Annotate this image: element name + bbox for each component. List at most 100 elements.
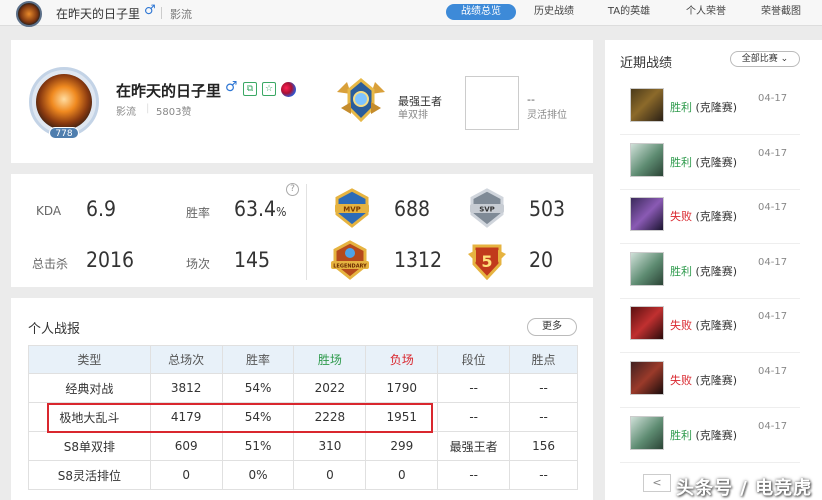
divider <box>161 7 162 19</box>
row-rank: -- <box>437 402 511 432</box>
level-badge: 778 <box>49 127 79 139</box>
col-header-losses: 负场 <box>365 345 439 374</box>
match-row[interactable]: 胜利 (克隆赛) 04-17 <box>620 409 800 463</box>
table-row: 经典对战 3812 54% 2022 1790 -- -- <box>28 373 578 403</box>
svp-badge-icon: SVP <box>470 188 504 228</box>
top-server-name: 影流 <box>170 8 192 21</box>
pentakill-count: 20 <box>529 248 554 272</box>
total-kills-label: 总击杀 <box>32 257 69 271</box>
tab-history[interactable]: 历史战绩 <box>524 4 584 20</box>
server-name: 影流 <box>116 107 136 118</box>
match-row[interactable]: 失败 (克隆赛) 04-17 <box>620 299 800 354</box>
champion-portrait <box>630 197 664 232</box>
region-globe-icon <box>281 82 296 97</box>
row-lp: -- <box>509 373 578 403</box>
match-result: 胜利 (克隆赛) <box>670 99 737 115</box>
match-result: 失败 (克隆赛) <box>670 317 737 333</box>
divider: | <box>146 103 150 114</box>
help-icon[interactable]: ? <box>286 183 299 196</box>
match-outcome: 胜利 <box>670 101 692 114</box>
flex-rank-tier: -- <box>527 93 535 106</box>
top-avatar[interactable] <box>16 1 42 27</box>
match-date: 04-17 <box>758 93 788 104</box>
row-rank: -- <box>437 373 511 403</box>
table-header-row: 类型 总场次 胜率 胜场 负场 段位 胜点 <box>28 345 578 374</box>
row-rank: 最强王者 <box>437 431 511 461</box>
legendary-badge-icon: LEGENDARY <box>331 240 369 280</box>
col-header-lp: 胜点 <box>509 345 578 374</box>
match-row[interactable]: 胜利 (克隆赛) 04-17 <box>620 81 800 135</box>
winrate-unit: % <box>276 205 287 219</box>
row-losses: 1790 <box>365 373 439 403</box>
tab-overview[interactable]: 战绩总览 <box>446 4 516 20</box>
mvp-count: 688 <box>394 197 431 221</box>
champion-portrait <box>630 88 664 122</box>
total-kills-value: 2016 <box>86 248 135 272</box>
row-type: 极地大乱斗 <box>28 402 151 432</box>
kda-label: KDA <box>36 204 62 218</box>
match-mode: (克隆赛) <box>695 264 738 278</box>
row-total: 4179 <box>149 402 223 432</box>
row-type: S8单双排 <box>28 431 151 461</box>
recent-title: 近期战绩 <box>620 56 673 71</box>
flex-rank-queue: 灵活排位 <box>527 110 567 121</box>
chevron-down-icon: ⌄ <box>780 54 789 64</box>
match-filter-dropdown[interactable]: 全部比赛 ⌄ <box>730 51 800 67</box>
row-wins: 2022 <box>293 373 367 403</box>
row-total: 609 <box>149 431 223 461</box>
tab-champions[interactable]: TA的英雄 <box>598 4 660 20</box>
watermark: 头条号 / 电竞虎 <box>676 478 813 499</box>
match-row[interactable]: 失败 (克隆赛) 04-17 <box>620 354 800 408</box>
match-outcome: 胜利 <box>670 264 692 278</box>
row-winrate: 51% <box>221 431 295 461</box>
star-icon[interactable]: ☆ <box>262 82 276 96</box>
challenger-rank-emblem-icon <box>337 78 385 122</box>
tab-screenshots[interactable]: 荣誉截图 <box>750 4 812 20</box>
prev-page-button[interactable]: < <box>643 474 671 492</box>
col-header-total: 总场次 <box>149 345 223 374</box>
match-mode: (克隆赛) <box>695 155 738 169</box>
svg-text:MVP: MVP <box>343 206 361 214</box>
match-result: 胜利 (克隆赛) <box>670 154 737 170</box>
match-date: 04-17 <box>758 147 788 159</box>
winrate-number: 63.4 <box>234 197 277 221</box>
avatar <box>36 74 92 130</box>
match-outcome: 胜利 <box>670 155 692 169</box>
row-total: 3812 <box>149 373 223 403</box>
svg-text:5: 5 <box>481 252 492 271</box>
top-player-name[interactable]: 在昨天的日子里 <box>56 5 140 22</box>
tab-honors[interactable]: 个人荣誉 <box>676 4 736 20</box>
match-mode: (克隆赛) <box>695 319 738 333</box>
match-row[interactable]: 胜利 (克隆赛) 04-17 <box>620 245 800 299</box>
table-row: S8灵活排位 0 0% 0 0 -- -- <box>28 460 578 490</box>
row-losses: 1951 <box>365 402 439 432</box>
section-title: 个人战报 <box>28 322 81 337</box>
more-button[interactable]: 更多 <box>527 318 577 336</box>
flex-rank-emblem-placeholder <box>465 76 519 130</box>
record-table: 类型 总场次 胜率 胜场 负场 段位 胜点 经典对战 3812 54% 2022… <box>28 345 578 490</box>
match-result: 失败 (克隆赛) <box>670 372 737 388</box>
match-mode: (克隆赛) <box>695 428 738 442</box>
match-result: 胜利 (克隆赛) <box>670 263 737 279</box>
match-result: 胜利 (克隆赛) <box>670 427 737 443</box>
match-row[interactable]: 失败 (克隆赛) 04-17 <box>620 190 800 245</box>
row-lp: -- <box>509 402 578 432</box>
match-outcome: 失败 <box>670 319 692 333</box>
row-total: 0 <box>149 460 223 490</box>
copy-icon[interactable]: ⧉ <box>243 82 257 96</box>
table-row: S8单双排 609 51% 310 299 最强王者 156 <box>28 431 578 461</box>
col-header-wins: 胜场 <box>293 345 367 374</box>
match-date: 04-17 <box>758 420 788 432</box>
match-mode: (克隆赛) <box>695 101 738 114</box>
table-row: 极地大乱斗 4179 54% 2228 1951 -- -- <box>28 402 578 432</box>
match-date: 04-17 <box>758 366 788 377</box>
row-winrate: 54% <box>221 402 295 432</box>
match-filter-label: 全部比赛 <box>741 54 778 64</box>
svp-count: 503 <box>529 197 566 221</box>
winrate-value: 63.4% <box>234 197 286 221</box>
row-lp: 156 <box>509 431 578 461</box>
match-row[interactable]: 胜利 (克隆赛) 04-17 <box>620 136 800 190</box>
divider <box>306 184 307 280</box>
games-value: 145 <box>234 248 271 272</box>
pentakill-badge-icon: 5 <box>468 244 506 280</box>
